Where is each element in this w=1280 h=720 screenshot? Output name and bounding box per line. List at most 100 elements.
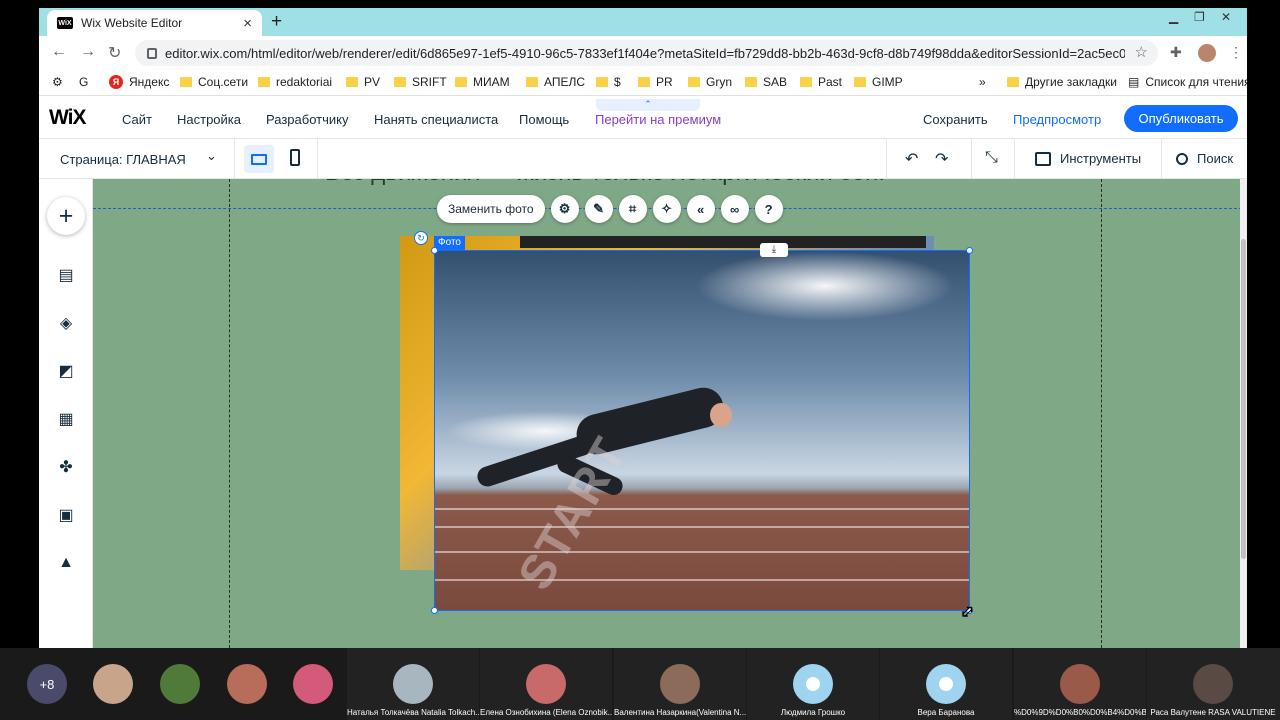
participant-tile[interactable]: %D0%9D%D0%B0%D0%B4%D0%B... (1014, 648, 1146, 720)
bookmark-folder[interactable]: GIMP (854, 75, 903, 89)
folder-icon (394, 77, 406, 87)
close-tab-icon[interactable]: × (243, 15, 252, 32)
bookmark-folder[interactable]: SAB (745, 75, 787, 89)
resize-handle[interactable] (431, 247, 438, 254)
more-bookmarks-icon[interactable]: » (979, 75, 986, 89)
save-button[interactable]: Сохранить (923, 112, 988, 127)
browser-tab[interactable]: WiX Wix Website Editor × (47, 10, 262, 36)
add-element-button[interactable]: + (47, 197, 85, 235)
portfolio-icon[interactable]: ▲ (56, 554, 76, 572)
avatar[interactable] (160, 664, 200, 704)
bookmark-folder[interactable]: PR (638, 75, 673, 89)
menu-premium[interactable]: Перейти на премиум (595, 112, 721, 127)
editor-canvas[interactable]: Без движения — жизнь только летаргически… (39, 179, 1247, 648)
rotate-handle-icon[interactable]: ↻ (414, 231, 428, 245)
help-icon[interactable]: ? (754, 195, 783, 223)
google-translate-icon[interactable]: G (79, 75, 88, 89)
bookmark-folder[interactable]: redaktoriai (258, 75, 332, 89)
zoom-out-icon[interactable]: ⤡ (985, 149, 998, 167)
bookmark-label: redaktoriai (276, 75, 333, 89)
chevron-down-icon[interactable]: ⌄ (206, 148, 217, 164)
bookmark-folder[interactable]: АПЕЛС (526, 75, 585, 89)
participant-tile[interactable]: Валентина Назаркина(Valentina N... (614, 648, 746, 720)
pages-icon[interactable]: ▤ (56, 266, 76, 284)
publish-button[interactable]: Опубликовать (1124, 105, 1238, 132)
divider (317, 139, 318, 179)
avatar[interactable] (227, 664, 267, 704)
close-window-icon[interactable]: ✕ (1221, 10, 1231, 24)
bookmark-yandex[interactable]: Я Яндекс (109, 75, 169, 89)
participant-tile[interactable]: Раса Валутене RASA VALUTIENE (1147, 648, 1280, 720)
download-handle-icon[interactable]: ⤓ (760, 243, 788, 257)
bookmark-label: GIMP (872, 75, 903, 89)
menu-help[interactable]: Помощь (519, 112, 569, 127)
page-heading-text[interactable]: Без движения — жизнь только летаргически… (325, 179, 885, 187)
avatar[interactable] (93, 664, 133, 704)
participant-tile[interactable]: Людмила Грошко (747, 648, 879, 720)
undo-icon[interactable]: ↶ (905, 149, 918, 169)
tools-button[interactable]: Инструменты (1035, 151, 1141, 166)
crop-icon[interactable]: ⌗ (618, 195, 647, 223)
pen-icon[interactable]: ✎ (584, 195, 613, 223)
minimize-icon[interactable]: ▁ (1169, 10, 1178, 24)
business-icon[interactable]: ✤ (56, 458, 76, 476)
apps-icon[interactable]: ▦ (56, 410, 76, 428)
link-icon[interactable]: ∞ (720, 195, 749, 223)
extensions-icon[interactable]: ✚ (1170, 44, 1182, 61)
settings-bookmark-icon[interactable]: ⚙ (52, 75, 63, 89)
search-button[interactable]: Поиск (1176, 151, 1233, 166)
participant-tile[interactable]: Вера Баранова (880, 648, 1012, 720)
bookmark-folder[interactable]: PV (346, 75, 380, 89)
bookmark-folder[interactable]: SRIFT (394, 75, 447, 89)
divider (971, 139, 972, 179)
avatar[interactable] (293, 664, 333, 704)
menu-settings[interactable]: Настройка (177, 112, 241, 127)
media-icon[interactable]: ▣ (56, 506, 76, 524)
bookmark-label: PV (364, 75, 381, 89)
design-icon[interactable]: ◈ (56, 314, 76, 332)
bookmark-folder[interactable]: Другие закладки (1007, 75, 1117, 89)
bookmark-folder[interactable]: МИАМ (455, 75, 510, 89)
menu-site[interactable]: Сайт (122, 112, 152, 127)
reload-icon[interactable]: ↻ (108, 43, 121, 63)
mobile-view-icon[interactable] (290, 149, 300, 166)
scrollbar-thumb[interactable] (1241, 239, 1246, 559)
address-bar: ← → ↻ editor.wix.com/html/editor/web/ren… (39, 36, 1247, 70)
resize-handle[interactable] (431, 607, 438, 614)
new-tab-icon[interactable]: + (271, 11, 282, 33)
bookmark-folder[interactable]: Past (800, 75, 842, 89)
url-input[interactable]: editor.wix.com/html/editor/web/renderer/… (135, 40, 1158, 66)
menu-developer[interactable]: Разработчику (266, 112, 348, 127)
back-icon[interactable]: ← (51, 43, 67, 61)
wix-logo[interactable]: WiX (49, 106, 86, 130)
background-icon[interactable]: ◩ (56, 362, 76, 380)
reading-list-icon: ▤ (1128, 75, 1140, 89)
collapse-bar-icon[interactable]: ⌃ (596, 99, 700, 111)
forward-icon[interactable]: → (80, 43, 96, 61)
reading-list[interactable]: ▤ Список для чтения (1128, 75, 1247, 89)
participant-tile[interactable]: Елена Ознобихина (Elena Oznobik... (480, 648, 612, 720)
bookmark-folder[interactable]: Соц.сети (180, 75, 248, 89)
browser-menu-icon[interactable]: ⋮ (1229, 44, 1243, 61)
bookmark-star-icon[interactable]: ☆ (1135, 43, 1148, 61)
folder-icon (1007, 77, 1019, 87)
profile-avatar[interactable] (1198, 44, 1216, 62)
bookmark-folder[interactable]: $ (596, 75, 621, 89)
restore-icon[interactable]: ❐ (1194, 10, 1205, 24)
selected-photo[interactable]: START (434, 250, 970, 611)
bookmark-label: SRIFT (412, 75, 447, 89)
magic-wand-icon[interactable]: ✧ (652, 195, 681, 223)
participant-tile[interactable]: Наталья Толкачёва Natalia Tolkach... (347, 648, 479, 720)
replace-photo-button[interactable]: Заменить фото (437, 195, 545, 223)
redo-icon[interactable]: ↷ (935, 149, 948, 169)
more-participants-button[interactable]: +8 (27, 664, 67, 704)
preview-button[interactable]: Предпросмотр (1013, 112, 1101, 127)
desktop-view-button[interactable] (244, 145, 274, 173)
settings-icon[interactable]: ⚙ (550, 195, 579, 223)
bookmark-label: Past (818, 75, 843, 89)
animation-icon[interactable]: « (686, 195, 715, 223)
resize-handle[interactable] (966, 247, 973, 254)
menu-hire[interactable]: Нанять специалиста (374, 112, 498, 127)
page-selector[interactable]: Страница: ГЛАВНАЯ (60, 152, 186, 167)
bookmark-folder[interactable]: Gryn (688, 75, 732, 89)
